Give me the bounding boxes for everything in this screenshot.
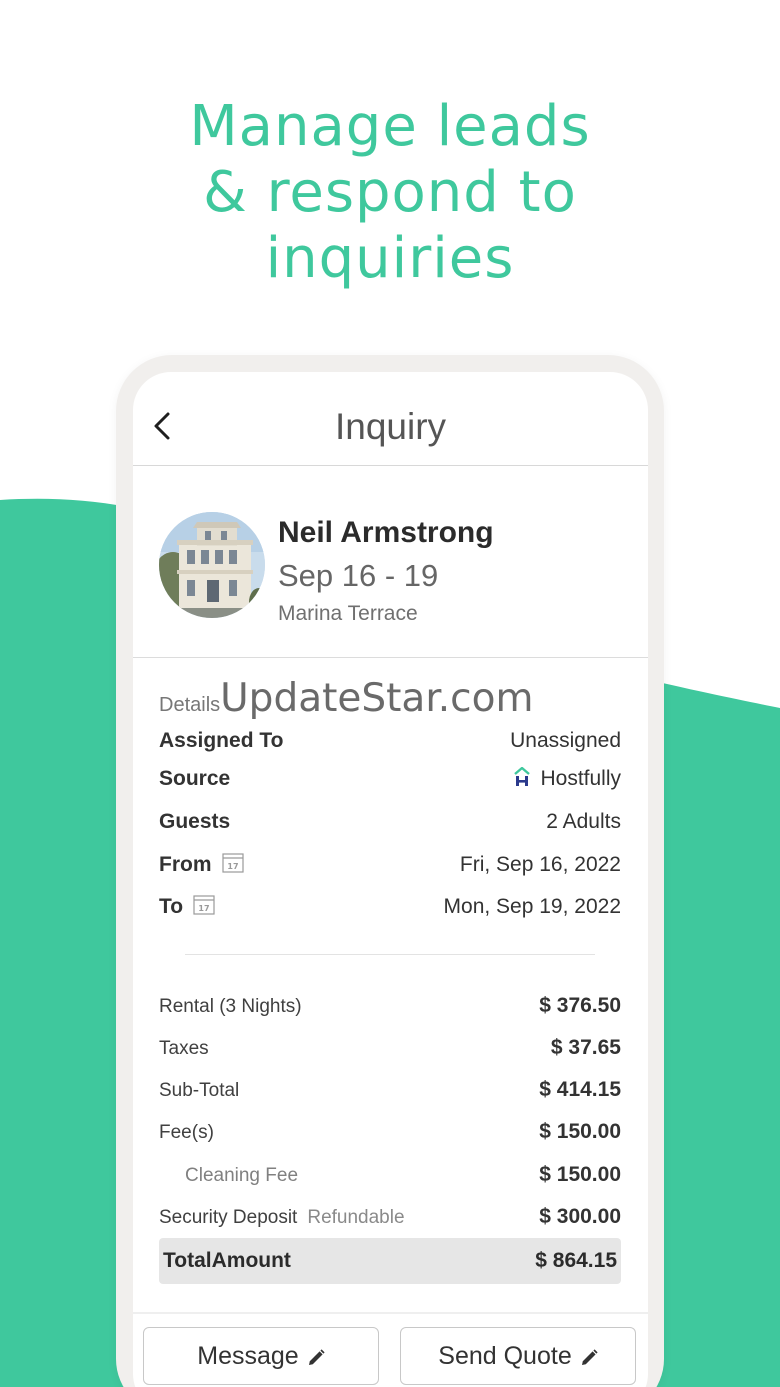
send-quote-button[interactable]: Send Quote xyxy=(400,1327,636,1385)
calendar-icon-text: 17 xyxy=(199,904,210,913)
total-value: $ 864.15 xyxy=(535,1249,617,1272)
headline: Manage leads & respond to inquiries xyxy=(0,94,780,292)
stay-dates: Sep 16 - 19 xyxy=(278,558,439,593)
detail-label: From xyxy=(159,853,212,876)
total-label: TotalAmount xyxy=(163,1249,291,1272)
hostfully-logo-icon xyxy=(514,767,531,787)
price-value: $ 150.00 xyxy=(539,1163,621,1186)
price-row-security-deposit: Security Deposit Refundable $ 300.00 xyxy=(159,1203,621,1237)
detail-label-wrap: To 17 xyxy=(159,895,215,919)
refundable-note: Refundable xyxy=(307,1207,405,1228)
send-quote-button-label: Send Quote xyxy=(438,1342,572,1370)
price-row-fees: Fee(s) $ 150.00 xyxy=(159,1118,621,1152)
watermark: UpdateStar.com xyxy=(220,676,534,721)
footer-separator xyxy=(133,1312,648,1314)
detail-label: Assigned To xyxy=(159,729,284,752)
price-label: Fee(s) xyxy=(159,1122,214,1143)
calendar-icon: 17 xyxy=(221,853,244,874)
nav-bar: Inquiry xyxy=(133,372,648,466)
price-label: Sub-Total xyxy=(159,1080,240,1101)
price-value: $ 150.00 xyxy=(539,1120,621,1143)
detail-value: Hostfully xyxy=(540,767,621,790)
message-button[interactable]: Message xyxy=(143,1327,379,1385)
price-label: Rental (3 Nights) xyxy=(159,996,302,1017)
section-divider xyxy=(185,954,595,955)
detail-value: Unassigned xyxy=(510,729,621,752)
property-name: Marina Terrace xyxy=(278,602,418,625)
page-title: Inquiry xyxy=(334,406,447,447)
detail-value: Mon, Sep 19, 2022 xyxy=(443,895,621,918)
pencil-icon xyxy=(581,1349,598,1365)
calendar-icon-text: 17 xyxy=(227,862,238,871)
detail-row-guests: Guests 2 Adults xyxy=(159,808,621,840)
detail-value: 2 Adults xyxy=(546,810,621,833)
house-photo-icon xyxy=(159,512,265,618)
headline-line-2: & respond to xyxy=(203,160,577,225)
detail-label: Guests xyxy=(159,810,231,833)
price-label-wrap: Security Deposit Refundable xyxy=(159,1207,405,1229)
price-value: $ 300.00 xyxy=(539,1205,621,1228)
price-row-rental: Rental (3 Nights) $ 376.50 xyxy=(159,992,621,1026)
detail-row-assigned-to[interactable]: Assigned To Unassigned xyxy=(159,727,621,759)
price-value: $ 376.50 xyxy=(539,994,621,1017)
detail-label: To xyxy=(159,895,184,918)
inquiry-summary: Neil Armstrong Sep 16 - 19 Marina Terrac… xyxy=(133,466,648,658)
detail-label-wrap: From 17 xyxy=(159,853,244,877)
price-value: $ 37.65 xyxy=(550,1036,621,1059)
pencil-icon xyxy=(308,1349,325,1365)
price-label: Security Deposit xyxy=(159,1207,298,1228)
headline-line-1: Manage leads xyxy=(189,94,591,159)
phone-screen: Inquiry Neil Armstrong Sep 16 - 19 Marin… xyxy=(133,372,648,1387)
guest-name: Neil Armstrong xyxy=(278,516,494,549)
details-header: DetailsUpdateStar.com xyxy=(159,676,533,721)
detail-row-to[interactable]: To 17 Mon, Sep 19, 2022 xyxy=(159,893,621,925)
detail-value-wrap: Hostfully xyxy=(514,767,621,791)
details-label: Details xyxy=(159,694,221,716)
detail-row-source: Source Hostfully xyxy=(159,765,621,797)
total-amount-row: TotalAmount $ 864.15 xyxy=(159,1238,621,1284)
detail-value: Fri, Sep 16, 2022 xyxy=(459,853,621,876)
price-label: Cleaning Fee xyxy=(185,1165,299,1186)
price-value: $ 414.15 xyxy=(539,1078,621,1101)
price-label: Taxes xyxy=(159,1038,209,1059)
property-avatar xyxy=(159,512,265,618)
calendar-icon: 17 xyxy=(193,895,215,916)
detail-label: Source xyxy=(159,767,231,790)
price-row-taxes: Taxes $ 37.65 xyxy=(159,1034,621,1068)
detail-row-from[interactable]: From 17 Fri, Sep 16, 2022 xyxy=(159,851,621,883)
headline-line-3: inquiries xyxy=(265,226,515,291)
price-row-subtotal: Sub-Total $ 414.15 xyxy=(159,1076,621,1110)
price-row-cleaning-fee: Cleaning Fee $ 150.00 xyxy=(159,1161,621,1195)
message-button-label: Message xyxy=(197,1342,299,1370)
